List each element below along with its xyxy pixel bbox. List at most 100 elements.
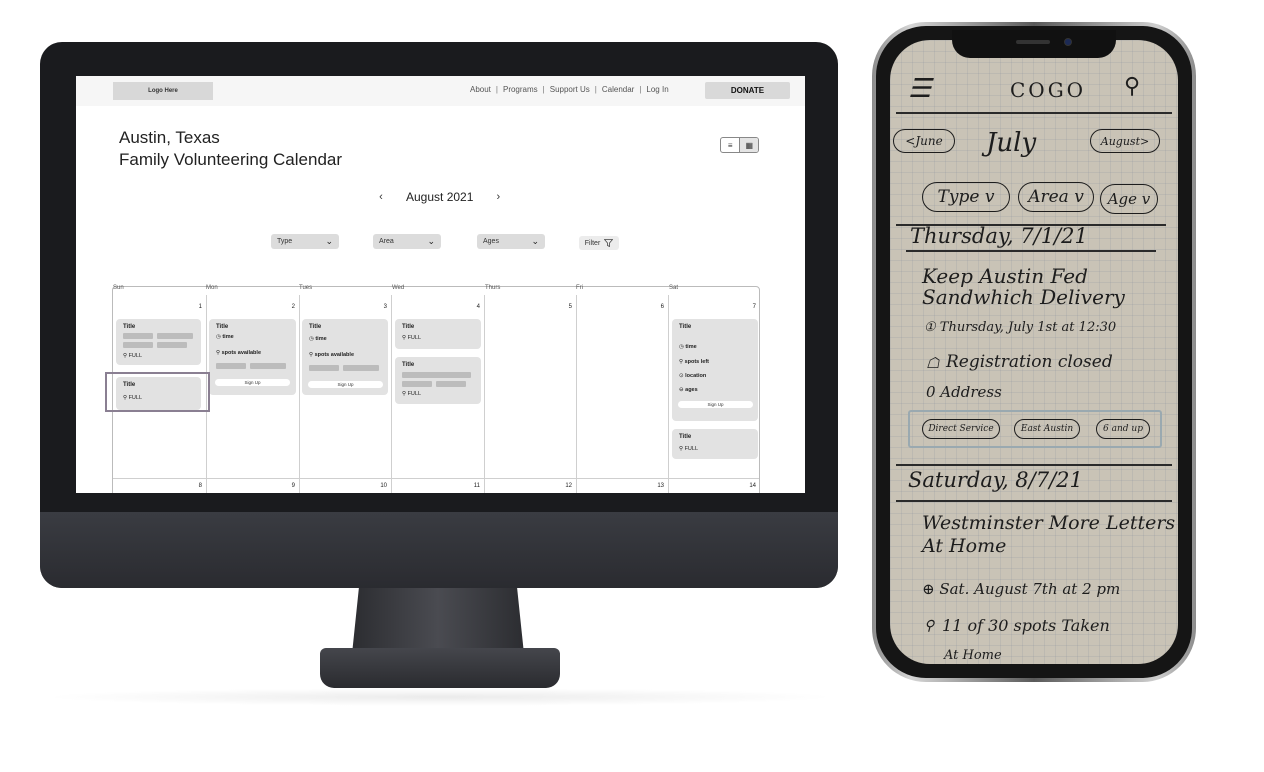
event-status-text: FULL: [684, 446, 699, 452]
next-month-button[interactable]: August>: [1090, 129, 1160, 153]
page-title-city: Austin, Texas: [119, 128, 220, 147]
placeholder-bar: [309, 365, 339, 371]
nav-link-support-us[interactable]: Support Us: [550, 85, 590, 94]
logo-placeholder[interactable]: Logo Here: [113, 82, 213, 100]
event-card[interactable]: Title ◷ time ⚲ spots available Sign Up: [302, 319, 388, 395]
nav-link-programs[interactable]: Programs: [503, 85, 538, 94]
ages-select[interactable]: Ages ⌄: [477, 234, 545, 249]
event-spots-text: spots available: [221, 350, 261, 356]
type-select-label: Type: [277, 238, 293, 245]
event-card[interactable]: Title ⚲ FULL: [395, 319, 481, 349]
event-title: Title: [402, 362, 415, 368]
age-filter[interactable]: Age v: [1100, 184, 1158, 214]
event-location: At Home: [944, 648, 1002, 663]
event-spots: 11 of 30 spots Taken: [942, 616, 1110, 635]
prev-month-button[interactable]: ‹: [374, 191, 388, 203]
event-title: Title: [679, 434, 692, 440]
event-spots-text: spots left: [684, 359, 710, 365]
sign-up-button[interactable]: Sign Up: [678, 401, 753, 408]
type-filter[interactable]: Type v: [922, 182, 1010, 212]
app-brand: COGO: [1010, 78, 1087, 102]
event-time-text: time: [315, 336, 327, 342]
event-card[interactable]: Title ⚲ FULL: [672, 429, 758, 459]
donate-button[interactable]: DONATE: [705, 82, 790, 99]
day-number: 7: [752, 304, 756, 310]
highlighted-event-outline: [105, 372, 210, 412]
filter-button-label: Filter: [584, 239, 601, 247]
day-number: 6: [660, 304, 664, 310]
day-number: 8: [198, 483, 202, 489]
list-view-icon[interactable]: ≡: [721, 138, 739, 152]
nav-link-log-in[interactable]: Log In: [646, 85, 668, 94]
placeholder-bar: [436, 381, 466, 387]
event-title: Title: [216, 324, 229, 330]
chevron-down-icon: ⌄: [531, 236, 539, 247]
event-spots-text: spots available: [314, 352, 354, 358]
event-title[interactable]: Westminster More Letters: [922, 512, 1175, 534]
hamburger-menu-icon[interactable]: ☰: [908, 74, 931, 104]
event-spots: ⚲ spots left: [679, 359, 709, 365]
weekday-header: Sat: [669, 285, 679, 291]
placeholder-bar: [343, 365, 379, 371]
event-card[interactable]: Title ⚲ FULL: [395, 357, 481, 404]
placeholder-bar: [123, 342, 153, 348]
event-status-text: FULL: [128, 353, 143, 359]
search-icon[interactable]: ⚲: [1124, 74, 1140, 99]
day-heading: Thursday, 7/1/21: [910, 224, 1088, 248]
event-time-text: time: [222, 334, 234, 340]
area-select[interactable]: Area ⌄: [373, 234, 441, 249]
event-card[interactable]: Title ⚲ FULL: [116, 319, 201, 365]
event-status-text: FULL: [407, 391, 422, 397]
event-title: Title: [679, 324, 692, 330]
day-number: 11: [473, 483, 480, 489]
event-spots: ⚲ spots available: [309, 352, 354, 358]
sign-up-button[interactable]: Sign Up: [308, 381, 383, 388]
next-month-button[interactable]: ›: [491, 191, 505, 203]
day-number: 14: [749, 483, 756, 489]
event-ages: ⊖ ages: [679, 387, 698, 393]
tag-chip[interactable]: East Austin: [1014, 419, 1080, 439]
event-time: ◷ time: [309, 336, 327, 342]
placeholder-bar: [250, 363, 286, 369]
day-number: 5: [568, 304, 572, 310]
calendar-view-icon[interactable]: ▦: [739, 138, 758, 152]
event-status-text: FULL: [407, 335, 422, 341]
placeholder-bar: [123, 333, 153, 339]
spots-icon: ⚲: [924, 618, 935, 634]
placeholder-bar: [402, 381, 432, 387]
nav-link-calendar[interactable]: Calendar: [602, 85, 634, 94]
week-divider: [113, 478, 759, 479]
day-underline: [896, 500, 1172, 502]
column-divider: [391, 295, 392, 493]
type-select[interactable]: Type ⌄: [271, 234, 339, 249]
event-location: ⊙ location: [679, 373, 706, 379]
nav-separator: |: [594, 85, 597, 94]
event-time: ◷ time: [216, 334, 234, 340]
day-underline: [906, 250, 1156, 252]
month-label: August 2021: [406, 190, 474, 204]
filter-button[interactable]: Filter: [579, 236, 619, 250]
nav-separator: |: [639, 85, 642, 94]
header-divider: [896, 112, 1172, 114]
event-address: 0 Address: [926, 383, 1002, 401]
event-title[interactable]: Sandwhich Delivery: [922, 285, 1125, 309]
sign-up-button[interactable]: Sign Up: [215, 379, 290, 386]
event-status: ⚲ FULL: [402, 335, 421, 341]
phone-camera: [1064, 38, 1072, 46]
phone-speaker: [1016, 40, 1050, 44]
prev-month-button[interactable]: <June: [893, 129, 955, 153]
desktop-screen: Logo Here About | Programs | Support Us | Cale…: [76, 76, 805, 493]
nav-link-about[interactable]: About: [470, 85, 491, 94]
tag-chip[interactable]: Direct Service: [922, 419, 1000, 439]
event-title[interactable]: At Home: [922, 535, 1006, 557]
tag-chip[interactable]: 6 and up: [1096, 419, 1150, 439]
weekday-header: Wed: [392, 285, 405, 291]
filter-icon: [604, 239, 614, 247]
ages-select-label: Ages: [483, 238, 499, 245]
weekday-header: Fri: [576, 285, 583, 291]
event-card[interactable]: Title ◷ time ⚲ spots available Sign Up: [209, 319, 296, 395]
mockup-stage: Logo Here About | Programs | Support Us | Cale…: [0, 0, 1264, 772]
day-number: 13: [657, 483, 664, 489]
event-card[interactable]: Title ◷ time ⚲ spots left ⊙ location ⊖ a…: [672, 319, 758, 421]
area-filter[interactable]: Area v: [1018, 182, 1094, 212]
